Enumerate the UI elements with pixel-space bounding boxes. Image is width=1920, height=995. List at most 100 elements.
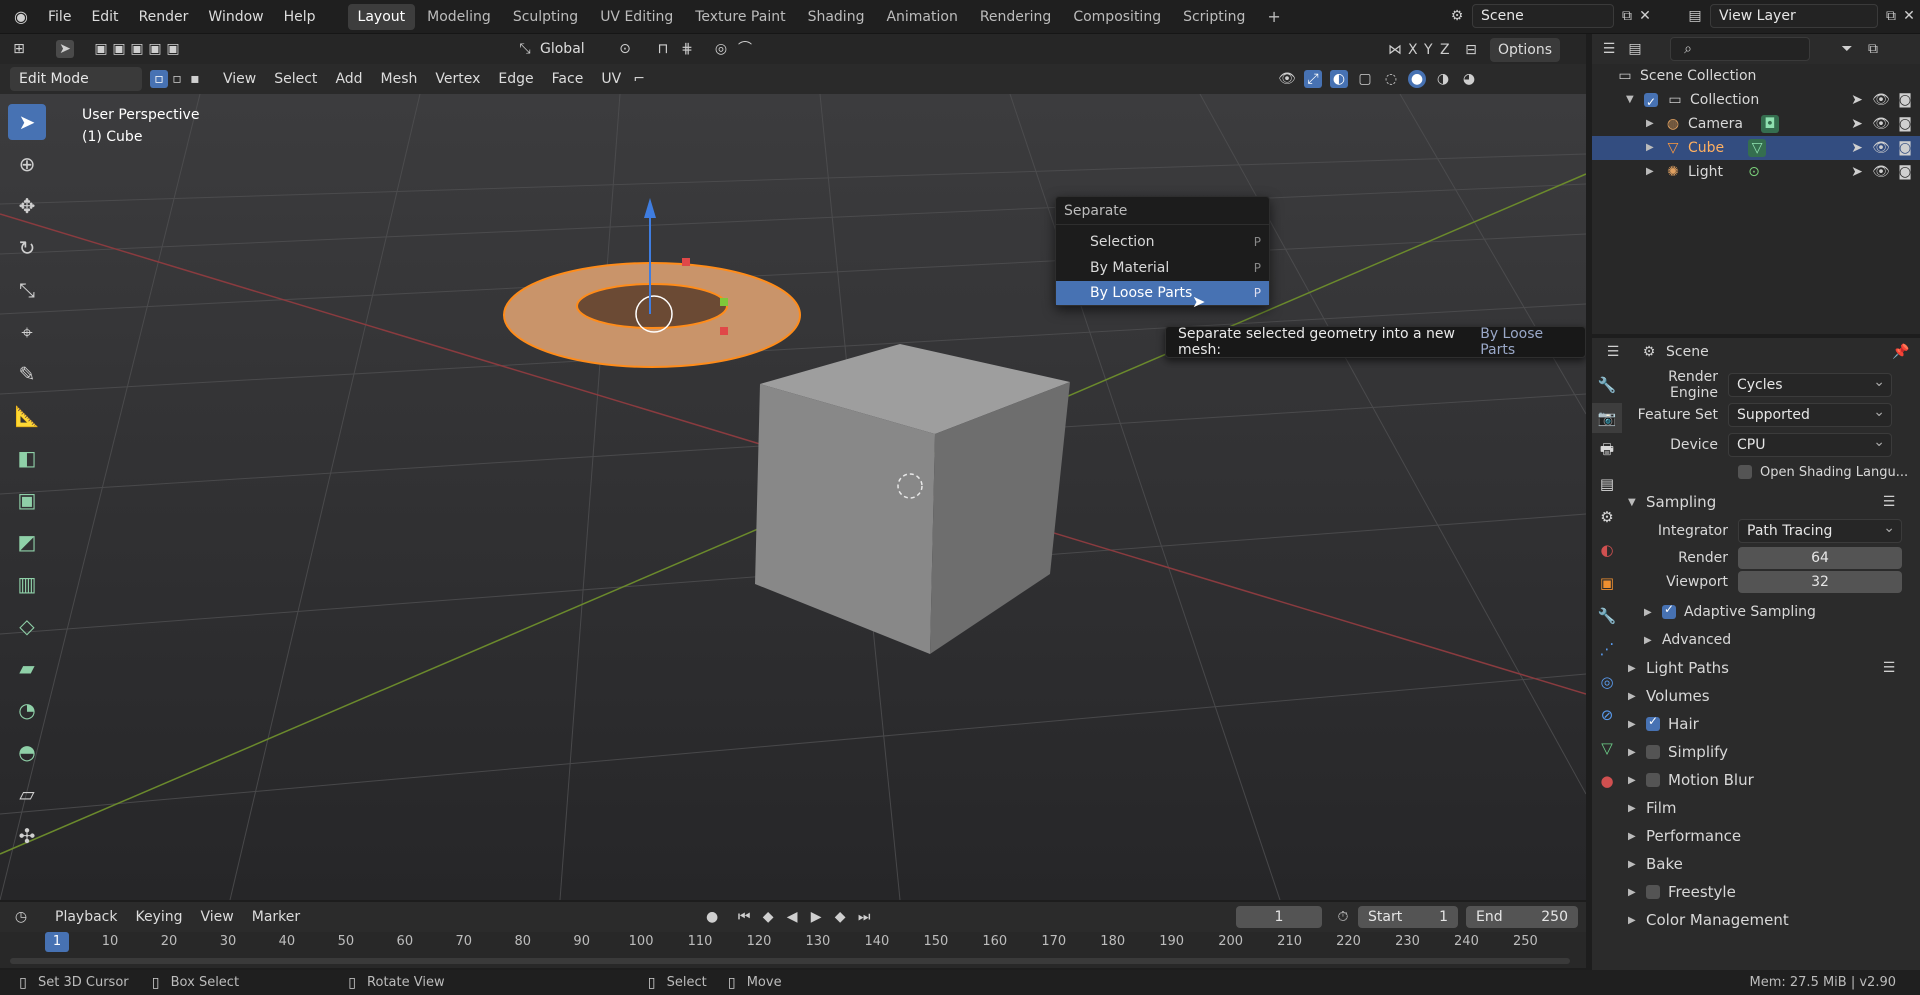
outliner-scene-collection[interactable]: ▭ Scene Collection <box>1592 64 1920 88</box>
mirror-y-toggle[interactable]: Y <box>1424 42 1440 58</box>
loop-cut-tool-icon[interactable]: ▥ <box>8 566 46 602</box>
menu-marker[interactable]: Marker <box>243 905 309 929</box>
poly-build-tool-icon[interactable]: ▰ <box>8 650 46 686</box>
frame-ruler[interactable]: 1 10 20 30 40 50 60 70 80 90 100 110 120 130 140 150 160… <box>0 932 1586 956</box>
eye-icon[interactable]: 👁 <box>1872 115 1890 133</box>
eye-icon[interactable]: 👁 <box>1872 91 1890 109</box>
integrator-dropdown[interactable]: Path Tracing <box>1738 517 1902 543</box>
3d-viewport[interactable]: User Perspective (1) Cube ➤ ⊕ ✥ ↻ ⤡ ⌖ ✎ … <box>0 94 1586 900</box>
select-subtract-icon[interactable]: ▣ <box>128 40 146 58</box>
constraints-tab-icon[interactable]: ⊘ <box>1592 700 1622 730</box>
outliner-search-input[interactable]: ⌕ <box>1670 37 1810 61</box>
visibility-icon[interactable]: 👁 <box>1278 70 1296 88</box>
sampling-panel-header[interactable]: ▼ Sampling ☰ <box>1628 488 1920 516</box>
expand-icon[interactable]: ▶ <box>1646 136 1664 160</box>
eye-icon[interactable]: 👁 <box>1872 139 1890 157</box>
next-keyframe-icon[interactable]: ◆ <box>831 908 849 926</box>
new-view-layer-icon[interactable]: ⧉ <box>1882 7 1900 25</box>
filter-icon[interactable]: ⏷ <box>1838 40 1856 58</box>
view-layer-tab-icon[interactable]: ▤ <box>1592 469 1622 499</box>
material-shading-icon[interactable]: ◑ <box>1434 70 1452 88</box>
snap-icon[interactable]: ⊓ <box>654 40 672 58</box>
menu-help[interactable]: Help <box>274 4 326 30</box>
face-select-icon[interactable]: ▪ <box>186 70 204 88</box>
transform-tool-icon[interactable]: ⌖ <box>8 314 46 350</box>
camera-data-icon[interactable]: ◘ <box>1760 115 1779 133</box>
end-frame-field[interactable]: End 250 <box>1466 906 1578 928</box>
play-reverse-icon[interactable]: ◀ <box>783 908 801 926</box>
shrink-tool-icon[interactable]: ✣ <box>8 818 46 854</box>
new-scene-icon[interactable]: ⧉ <box>1618 7 1636 25</box>
tab-scripting[interactable]: Scripting <box>1173 4 1255 30</box>
view-layer-selector[interactable]: View Layer <box>1710 4 1878 28</box>
menu-edit[interactable]: Edit <box>81 4 128 30</box>
motion-blur-checkbox[interactable] <box>1646 773 1660 787</box>
camera-render-icon[interactable]: ◙ <box>1896 115 1914 133</box>
menu-edge[interactable]: Edge <box>489 67 542 91</box>
simplify-panel[interactable]: ▶ Simplify <box>1628 738 1920 766</box>
select-tool-icon[interactable]: ➤ <box>56 40 74 58</box>
editor-type-icon[interactable]: ⊞ <box>10 40 28 58</box>
spin-tool-icon[interactable]: ◔ <box>8 692 46 728</box>
adaptive-sampling-subpanel[interactable]: ▶ Adaptive Sampling <box>1628 598 1920 626</box>
menu-view[interactable]: View <box>214 67 265 91</box>
tool-tab-icon[interactable]: 🔧 <box>1592 370 1622 400</box>
gizmo-icon[interactable]: ⤢ <box>1304 70 1322 88</box>
tab-shading[interactable]: Shading <box>798 4 875 30</box>
mode-selector[interactable]: Edit Mode <box>10 67 142 91</box>
camera-render-icon[interactable]: ◙ <box>1896 139 1914 157</box>
advanced-subpanel[interactable]: ▶ Advanced <box>1628 626 1920 654</box>
preview-range-icon[interactable]: ⏱ <box>1334 908 1352 926</box>
scene-tab-icon[interactable]: ⚙ <box>1592 502 1622 532</box>
selectable-icon[interactable]: ➤ <box>1848 163 1866 181</box>
wireframe-shading-icon[interactable]: ◌ <box>1382 70 1400 88</box>
tab-sculpting[interactable]: Sculpting <box>503 4 588 30</box>
expand-icon[interactable]: ▶ <box>1646 160 1664 184</box>
presets-icon[interactable]: ☰ <box>1880 659 1898 677</box>
material-tab-icon[interactable]: ● <box>1592 766 1622 796</box>
menu-timeline-view[interactable]: View <box>192 905 243 929</box>
select-box-tool-icon[interactable]: ➤ <box>8 104 46 140</box>
bevel-tool-icon[interactable]: ◩ <box>8 524 46 560</box>
collection-checkbox[interactable] <box>1644 90 1658 114</box>
render-tab-icon[interactable]: 📷 <box>1592 403 1622 433</box>
solid-shading-icon[interactable]: ● <box>1408 70 1426 88</box>
start-frame-field[interactable]: Start 1 <box>1358 906 1458 928</box>
current-frame-field[interactable]: 1 <box>1236 906 1322 928</box>
menu-mesh[interactable]: Mesh <box>372 67 427 91</box>
device-dropdown[interactable]: CPU <box>1728 431 1892 457</box>
rendered-shading-icon[interactable]: ◕ <box>1460 70 1478 88</box>
outliner-cube[interactable]: ▶ ▽ Cube ▽ ➤ 👁 ◙ <box>1592 136 1920 160</box>
selectable-icon[interactable]: ➤ <box>1848 115 1866 133</box>
new-collection-icon[interactable]: ⧉ <box>1864 40 1882 58</box>
options-dropdown[interactable]: Options <box>1490 38 1561 62</box>
adaptive-sampling-checkbox[interactable] <box>1662 602 1676 619</box>
render-samples-field[interactable]: 64 <box>1738 547 1902 569</box>
osl-checkbox[interactable] <box>1738 465 1752 479</box>
separate-by-material-item[interactable]: By Material P <box>1056 255 1269 281</box>
extrude-tool-icon[interactable]: ◧ <box>8 440 46 476</box>
hair-checkbox[interactable] <box>1646 714 1660 731</box>
view-layer-icon[interactable]: ▤ <box>1686 7 1704 25</box>
knife-tool-icon[interactable]: ◇ <box>8 608 46 644</box>
film-panel[interactable]: ▶ Film <box>1628 794 1920 822</box>
pin-icon[interactable]: 📌 <box>1892 343 1910 361</box>
menu-file[interactable]: File <box>38 4 81 30</box>
volumes-panel[interactable]: ▶ Volumes <box>1628 682 1920 710</box>
scale-tool-icon[interactable]: ⤡ <box>8 272 46 308</box>
edge-select-icon[interactable]: ▫ <box>168 70 186 88</box>
tab-animation[interactable]: Animation <box>876 4 967 30</box>
freestyle-panel[interactable]: ▶ Freestyle <box>1628 878 1920 906</box>
separate-selection-item[interactable]: Selection P <box>1056 229 1269 255</box>
outliner-collection[interactable]: ▼ ▭ Collection ➤ 👁 ◙ <box>1592 88 1920 114</box>
auto-merge-icon[interactable]: ⊟ <box>1462 41 1480 59</box>
menu-add[interactable]: Add <box>326 67 371 91</box>
move-tool-icon[interactable]: ✥ <box>8 188 46 224</box>
measure-tool-icon[interactable]: 📐 <box>8 398 46 434</box>
selectable-icon[interactable]: ➤ <box>1848 91 1866 109</box>
freestyle-checkbox[interactable] <box>1646 885 1660 899</box>
inset-tool-icon[interactable]: ▣ <box>8 482 46 518</box>
mirror-x-toggle[interactable]: X <box>1408 42 1424 58</box>
outliner-editor-icon[interactable]: ☰ <box>1600 40 1618 58</box>
menu-render[interactable]: Render <box>129 4 199 30</box>
